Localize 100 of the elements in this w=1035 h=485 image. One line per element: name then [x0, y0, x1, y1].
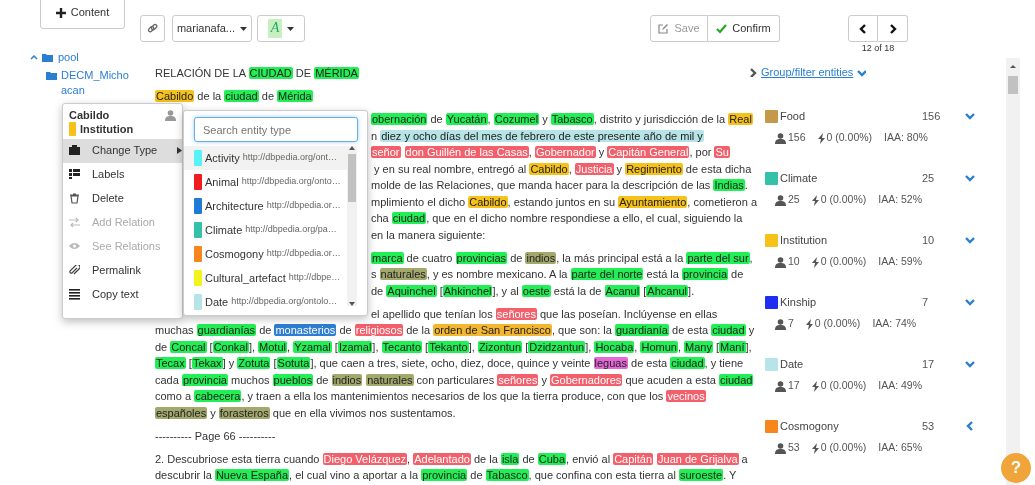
entity-annotation[interactable]: provincia: [682, 268, 728, 280]
scrollbar[interactable]: [347, 146, 357, 306]
expand-toggle[interactable]: [965, 235, 975, 246]
expand-toggle[interactable]: [965, 173, 975, 184]
entity-annotation[interactable]: Nueva España: [214, 469, 290, 481]
entity-annotation[interactable]: obernación: [371, 113, 428, 125]
entity-annotation[interactable]: guardianía: [614, 324, 669, 336]
entity-annotation[interactable]: guardianías: [196, 324, 257, 336]
entity-annotation[interactable]: Sotuta: [276, 357, 311, 369]
entity-annotation[interactable]: naturales: [366, 373, 414, 386]
entity-annotation[interactable]: ciudad: [670, 357, 705, 369]
entity-annotation[interactable]: indios: [525, 251, 557, 264]
entity-annotation[interactable]: leguas: [593, 357, 628, 369]
entity-annotation[interactable]: Homun: [640, 340, 678, 353]
entity-annotation[interactable]: Regimiento: [625, 162, 683, 175]
entity-annotation[interactable]: Zizontun: [477, 340, 523, 353]
entity-annotation[interactable]: Dzidzantun: [528, 340, 586, 353]
entity-annotation[interactable]: oeste: [521, 284, 551, 297]
entity-annotation[interactable]: ciudad: [711, 324, 746, 336]
entity-annotation[interactable]: Yucatán: [445, 113, 488, 125]
entity-annotation[interactable]: Acanul: [604, 284, 641, 297]
entity-annotation[interactable]: Aquinchel: [386, 284, 437, 297]
entity-annotation[interactable]: Cabildo: [155, 90, 195, 102]
entity-annotation[interactable]: pueblos: [272, 373, 314, 386]
menu-item[interactable]: Change Type: [63, 138, 182, 163]
entity-annotation[interactable]: ciudad: [391, 212, 427, 224]
scrollbar-thumb[interactable]: [1008, 76, 1018, 95]
entity-annotation[interactable]: Maní: [719, 340, 746, 353]
entity-annotation[interactable]: orden de San Francisco: [433, 324, 552, 336]
entity-annotation[interactable]: Cabildo: [468, 195, 508, 208]
entity-annotation[interactable]: Cuba: [537, 452, 567, 465]
type-option[interactable]: Animal http://dbpedia.org/onto…: [184, 170, 347, 194]
expand-toggle[interactable]: [965, 297, 975, 308]
group-filter-link[interactable]: Group/filter entities: [748, 65, 867, 80]
entity-annotation[interactable]: Real: [728, 113, 753, 125]
entity-annotation[interactable]: Cozumel: [493, 113, 540, 125]
link-icon: [147, 23, 158, 34]
tree-item[interactable]: DECM_Michoacan: [61, 68, 133, 98]
user-dropdown[interactable]: marianafa...: [172, 15, 252, 42]
menu-item[interactable]: Delete: [63, 186, 182, 211]
entity-annotation[interactable]: Conkal: [212, 340, 249, 353]
entity-annotation[interactable]: Motul: [258, 340, 287, 353]
tree-item[interactable]: pool: [58, 49, 79, 65]
entity-annotation[interactable]: Tabasco: [485, 469, 529, 481]
search-field[interactable]: Search entity type: [194, 117, 358, 142]
entity-annotation[interactable]: Tecanto: [381, 340, 423, 353]
entity-annotation[interactable]: Cabildo: [529, 162, 569, 175]
entity-annotation[interactable]: españoles: [155, 406, 208, 419]
entity-annotation[interactable]: Ahcanul: [646, 284, 689, 297]
expand-toggle[interactable]: [965, 421, 975, 432]
entity-annotation[interactable]: Mérida: [277, 90, 313, 102]
document-text: , y tiene: [704, 357, 744, 369]
entity-annotation[interactable]: Concal: [170, 340, 207, 353]
entity-annotation[interactable]: ciudad: [719, 373, 754, 386]
entity-annotation[interactable]: naturales: [379, 268, 427, 280]
confirm-button[interactable]: Confirm: [708, 15, 780, 42]
entity-annotation[interactable]: Izamal: [337, 340, 373, 353]
type-option[interactable]: Cosmogony http://dbpedia.or…: [184, 242, 347, 266]
entity-annotation[interactable]: provincias: [455, 251, 508, 264]
entity-annotation[interactable]: diez y ocho días del mes de febrero de este presente año de mil y: [380, 129, 704, 142]
entity-annotation[interactable]: forasteros: [218, 406, 270, 419]
entity-annotation[interactable]: Indias: [713, 179, 745, 191]
entity-annotation[interactable]: marca: [371, 251, 404, 264]
entity-annotation[interactable]: parte del norte: [570, 268, 644, 280]
entity-annotation[interactable]: Ahkinchel: [442, 284, 493, 297]
entity-annotation[interactable]: Yzamal: [293, 340, 332, 353]
scrollbar-thumb[interactable]: [348, 154, 356, 202]
entity-name: Cosmogony: [780, 419, 839, 434]
entity-annotation[interactable]: Ayuntamiento: [618, 195, 688, 208]
entity-annotation[interactable]: Tabasco: [550, 113, 594, 125]
entity-annotation[interactable]: Tecax: [155, 357, 186, 369]
menu-item[interactable]: Copy text: [63, 282, 182, 307]
content-button[interactable]: Content: [40, 0, 125, 29]
menu-item[interactable]: Labels: [63, 162, 182, 187]
entity-annotation[interactable]: Tekax: [191, 357, 223, 369]
type-option[interactable]: Activity http://dbpedia.org/ont…: [184, 146, 347, 170]
type-option[interactable]: Architecture http://dbpedia.or…: [184, 194, 347, 218]
type-option[interactable]: Cultural_artefact http://dbpe…: [184, 266, 347, 290]
type-option[interactable]: Climate http://dbpedia.org/pa…: [184, 218, 347, 242]
entity-annotation[interactable]: ciudad: [224, 90, 259, 102]
previous-button[interactable]: [848, 15, 878, 42]
link-button[interactable]: [140, 15, 165, 42]
entity-annotation[interactable]: parte del sur: [686, 251, 750, 264]
entity-annotation[interactable]: CIUDAD: [248, 67, 293, 79]
entity-annotation[interactable]: Zotuta: [237, 357, 271, 369]
scrollbar[interactable]: [1006, 58, 1020, 485]
entity-annotation[interactable]: isla: [500, 452, 520, 465]
entity-annotation[interactable]: provincia: [421, 469, 468, 481]
entity-annotation[interactable]: MÉRIDA: [314, 67, 359, 79]
type-option[interactable]: Date http://dbpedia.org/ontolo…: [184, 290, 347, 314]
entity-annotation[interactable]: monasterios: [274, 324, 337, 336]
entity-annotation[interactable]: suroeste: [679, 469, 724, 481]
next-button[interactable]: [878, 15, 908, 42]
menu-item[interactable]: Permalink: [63, 258, 182, 283]
entity-annotation[interactable]: Many: [684, 340, 713, 353]
entity-annotation[interactable]: provincia: [181, 373, 228, 386]
entity-annotation[interactable]: indios: [331, 373, 363, 386]
entity-annotation[interactable]: Tekanto: [428, 340, 469, 353]
expand-toggle[interactable]: [965, 111, 975, 122]
expand-toggle[interactable]: [965, 359, 975, 370]
